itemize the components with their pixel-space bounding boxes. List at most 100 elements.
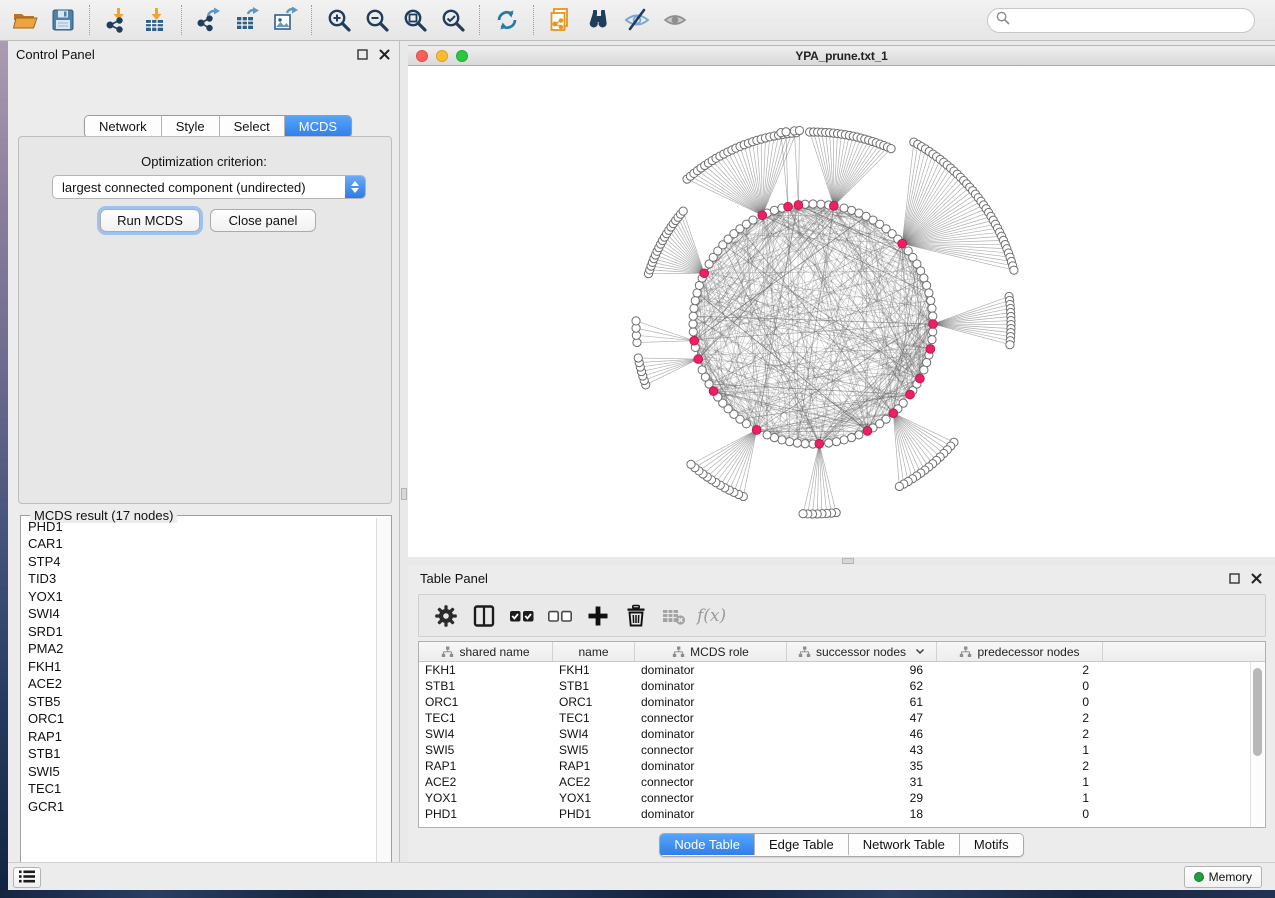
network-node[interactable] bbox=[895, 482, 903, 490]
cell-name[interactable]: PHD1 bbox=[553, 806, 635, 822]
mcds-result-item[interactable]: SWI5 bbox=[22, 763, 374, 781]
new-network-from-selection-icon[interactable] bbox=[544, 3, 578, 37]
network-node[interactable] bbox=[693, 289, 701, 297]
cell-MCDS-role[interactable]: dominator bbox=[635, 678, 787, 694]
table-row[interactable]: STB1STB1dominator620 bbox=[419, 678, 1265, 694]
delete-column-icon[interactable] bbox=[621, 601, 651, 631]
cell-successor-nodes[interactable]: 43 bbox=[787, 742, 937, 758]
network-node[interactable] bbox=[929, 328, 937, 336]
tab-style[interactable]: Style bbox=[162, 116, 220, 137]
network-node[interactable] bbox=[689, 312, 697, 320]
select-all-icon[interactable] bbox=[507, 601, 537, 631]
mcds-node[interactable] bbox=[700, 269, 709, 278]
mcds-result-item[interactable]: STP4 bbox=[22, 553, 374, 571]
mcds-result-item[interactable]: RAP1 bbox=[22, 728, 374, 746]
mcds-result-item[interactable]: PHD1 bbox=[22, 518, 374, 536]
search-input[interactable] bbox=[1015, 12, 1254, 28]
control-panel-float-icon[interactable] bbox=[356, 48, 369, 61]
cell-MCDS-role[interactable]: connector bbox=[635, 742, 787, 758]
node-table[interactable]: shared namenameMCDS rolesuccessor nodesp… bbox=[418, 641, 1266, 828]
network-node[interactable] bbox=[929, 312, 937, 320]
mcds-result-scrollbar[interactable] bbox=[376, 518, 391, 876]
table-row[interactable]: TEC1TEC1connector472 bbox=[419, 710, 1265, 726]
network-node[interactable] bbox=[698, 366, 706, 374]
cell-name[interactable]: YOX1 bbox=[553, 790, 635, 806]
mcds-result-item[interactable]: SRD1 bbox=[22, 623, 374, 641]
mcds-node[interactable] bbox=[906, 390, 915, 399]
cell-successor-nodes[interactable]: 31 bbox=[787, 774, 937, 790]
network-node[interactable] bbox=[778, 436, 786, 444]
mcds-node[interactable] bbox=[926, 345, 935, 354]
cell-MCDS-role[interactable]: dominator bbox=[635, 726, 787, 742]
network-node[interactable] bbox=[840, 436, 848, 444]
network-node[interactable] bbox=[887, 144, 895, 152]
mcds-node[interactable] bbox=[758, 211, 767, 220]
network-node[interactable] bbox=[1006, 341, 1014, 349]
cell-successor-nodes[interactable]: 29 bbox=[787, 790, 937, 806]
network-node[interactable] bbox=[763, 431, 771, 439]
cell-successor-nodes[interactable]: 61 bbox=[787, 694, 937, 710]
import-network-icon[interactable] bbox=[100, 3, 134, 37]
network-node[interactable] bbox=[770, 206, 778, 214]
network-node[interactable] bbox=[691, 296, 699, 304]
cell-shared-name[interactable]: ORC1 bbox=[419, 694, 553, 710]
network-node[interactable] bbox=[809, 200, 817, 208]
cell-name[interactable]: SWI4 bbox=[553, 726, 635, 742]
network-node[interactable] bbox=[928, 304, 936, 312]
network-node[interactable] bbox=[825, 439, 833, 447]
deselect-all-icon[interactable] bbox=[545, 601, 575, 631]
import-table-icon[interactable] bbox=[138, 3, 172, 37]
table-row[interactable]: ACE2ACE2connector311 bbox=[419, 774, 1265, 790]
network-node[interactable] bbox=[632, 317, 640, 325]
tab-node-table[interactable]: Node Table bbox=[660, 834, 755, 855]
table-scrollbar[interactable] bbox=[1250, 662, 1264, 827]
cell-name[interactable]: ORC1 bbox=[553, 694, 635, 710]
mcds-result-item[interactable]: STB1 bbox=[22, 746, 374, 764]
cell-predecessor-nodes[interactable]: 1 bbox=[937, 742, 1103, 758]
show-eye-icon[interactable] bbox=[658, 3, 692, 37]
optimization-criterion-select[interactable]: largest connected component (undirected) bbox=[52, 175, 366, 199]
show-columns-icon[interactable] bbox=[469, 601, 499, 631]
refresh-layout-icon[interactable] bbox=[490, 3, 524, 37]
save-session-icon[interactable] bbox=[46, 3, 80, 37]
network-node[interactable] bbox=[689, 328, 697, 336]
cell-MCDS-role[interactable]: connector bbox=[635, 774, 787, 790]
tab-network[interactable]: Network bbox=[85, 116, 162, 137]
open-file-icon[interactable] bbox=[8, 3, 42, 37]
network-node[interactable] bbox=[782, 128, 790, 136]
network-view[interactable] bbox=[408, 66, 1275, 557]
cell-MCDS-role[interactable]: connector bbox=[635, 790, 787, 806]
network-node[interactable] bbox=[927, 296, 935, 304]
column-header-predecessor-nodes[interactable]: predecessor nodes bbox=[937, 642, 1103, 661]
vertical-splitter[interactable] bbox=[400, 41, 408, 862]
tab-select[interactable]: Select bbox=[220, 116, 285, 137]
network-node[interactable] bbox=[795, 126, 803, 134]
sort-chevron-down-icon[interactable] bbox=[915, 648, 925, 655]
network-node[interactable] bbox=[689, 320, 697, 328]
mcds-result-item[interactable]: YOX1 bbox=[22, 588, 374, 606]
mcds-result-item[interactable]: SWI4 bbox=[22, 606, 374, 624]
cell-successor-nodes[interactable]: 46 bbox=[787, 726, 937, 742]
network-node[interactable] bbox=[690, 304, 698, 312]
tab-motifs[interactable]: Motifs bbox=[960, 834, 1023, 855]
tab-mcds[interactable]: MCDS bbox=[285, 116, 351, 137]
cell-predecessor-nodes[interactable]: 2 bbox=[937, 662, 1103, 678]
cell-name[interactable]: RAP1 bbox=[553, 758, 635, 774]
mcds-node[interactable] bbox=[752, 426, 761, 435]
export-table-icon[interactable] bbox=[230, 3, 264, 37]
hide-eye-icon[interactable] bbox=[620, 3, 654, 37]
cell-predecessor-nodes[interactable]: 1 bbox=[937, 774, 1103, 790]
mcds-node[interactable] bbox=[829, 201, 838, 210]
control-panel-close-icon[interactable] bbox=[378, 48, 391, 61]
mcds-result-item[interactable]: TID3 bbox=[22, 571, 374, 589]
network-node[interactable] bbox=[817, 200, 825, 208]
cell-predecessor-nodes[interactable]: 2 bbox=[937, 758, 1103, 774]
mcds-node[interactable] bbox=[863, 427, 872, 436]
table-row[interactable]: SWI5SWI5connector431 bbox=[419, 742, 1265, 758]
cell-shared-name[interactable]: SWI4 bbox=[419, 726, 553, 742]
tab-network-table[interactable]: Network Table bbox=[849, 834, 960, 855]
network-node[interactable] bbox=[687, 460, 695, 468]
cell-successor-nodes[interactable]: 47 bbox=[787, 710, 937, 726]
cell-predecessor-nodes[interactable]: 0 bbox=[937, 694, 1103, 710]
mcds-node[interactable] bbox=[784, 202, 793, 211]
